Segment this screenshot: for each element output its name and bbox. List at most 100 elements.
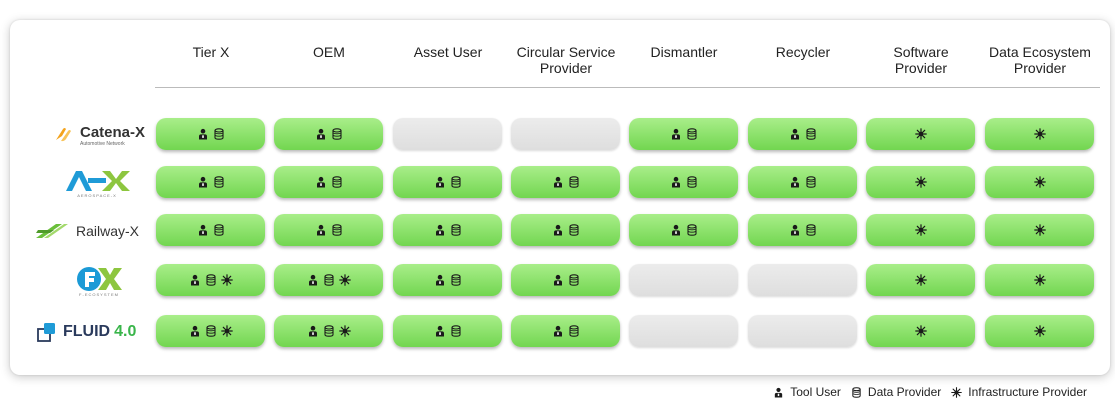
data-provider-icon xyxy=(331,128,343,140)
role-cell-fluid-asset-user xyxy=(393,315,502,347)
data-provider-icon xyxy=(323,274,335,286)
role-cell-aerospace-x-dismantler xyxy=(629,166,738,198)
data-provider-icon xyxy=(205,274,217,286)
column-header-dismantler: Dismantler xyxy=(650,44,718,60)
tool-user-icon xyxy=(670,176,682,188)
role-cell-fluid-tier-x xyxy=(156,315,265,347)
infrastructure-provider-icon xyxy=(914,128,927,140)
tool-user-icon xyxy=(189,325,201,337)
role-cell-railway-x-dismantler xyxy=(629,214,738,246)
role-cell-railway-x-circular-service-provider xyxy=(511,214,620,246)
fx-subtitle: F-ECOSYSTEM xyxy=(79,291,119,297)
role-cell-fx-software-provider xyxy=(866,264,975,296)
tool-user-icon xyxy=(552,325,564,337)
tool-user-icon xyxy=(773,387,784,398)
fx-logo-icon: FX xyxy=(77,266,122,291)
tool-user-icon xyxy=(670,224,682,236)
data-provider-icon xyxy=(323,325,335,337)
logo-catena-x: Catena-X Automotive Network xyxy=(24,118,149,152)
tool-user-icon xyxy=(434,325,446,337)
role-cell-fx-asset-user xyxy=(393,264,502,296)
tool-user-icon xyxy=(552,176,564,188)
role-cell-catena-x-oem xyxy=(274,118,383,150)
catena-x-logo-icon xyxy=(56,128,71,142)
matrix-row-catena-x: Catena-X Automotive Network xyxy=(10,118,1110,152)
data-provider-icon xyxy=(331,176,343,188)
role-cell-fx-recycler xyxy=(748,264,857,296)
legend-item-data: Data Provider xyxy=(851,385,941,399)
role-cell-fx-tier-x xyxy=(156,264,265,296)
matrix-card: Tier X OEM Asset User Circular Service Provi… xyxy=(10,20,1110,375)
data-provider-icon xyxy=(568,325,580,337)
role-cell-fx-data-ecosystem-provider xyxy=(985,264,1094,296)
tool-user-icon xyxy=(315,224,327,236)
infrastructure-provider-icon xyxy=(914,325,927,337)
infrastructure-provider-icon xyxy=(914,224,927,236)
data-provider-icon xyxy=(686,224,698,236)
role-cell-fx-oem xyxy=(274,264,383,296)
tool-user-icon xyxy=(197,176,209,188)
role-cell-aerospace-x-circular-service-provider xyxy=(511,166,620,198)
aerospace-x-subtitle: AEROSPACE-X xyxy=(77,192,117,198)
tool-user-icon xyxy=(315,128,327,140)
role-cell-fluid-recycler xyxy=(748,315,857,347)
column-header-tier-x: Tier X xyxy=(192,44,230,60)
data-provider-icon xyxy=(686,128,698,140)
role-cell-aerospace-x-data-ecosystem-provider xyxy=(985,166,1094,198)
data-provider-icon xyxy=(805,176,817,188)
column-header-circular-service-provider: Circular Service Provider xyxy=(516,44,616,76)
role-cell-catena-x-recycler xyxy=(748,118,857,150)
role-cell-fluid-data-ecosystem-provider xyxy=(985,315,1094,347)
catena-x-subtitle: Automotive Network xyxy=(80,140,125,147)
legend-label: Infrastructure Provider xyxy=(968,385,1087,399)
tool-user-icon xyxy=(789,128,801,140)
legend: Tool User Data Provider Infrastructure Pro… xyxy=(773,385,1087,399)
data-provider-icon xyxy=(213,128,225,140)
tool-user-icon xyxy=(197,224,209,236)
role-cell-catena-x-tier-x xyxy=(156,118,265,150)
infrastructure-provider-icon xyxy=(1033,274,1046,286)
tool-user-icon xyxy=(670,128,682,140)
railway-x-logo-icon xyxy=(36,224,68,238)
tool-user-icon xyxy=(789,176,801,188)
tool-user-icon xyxy=(307,274,319,286)
infrastructure-provider-icon xyxy=(338,325,351,337)
fluid-logo-icon xyxy=(37,323,55,342)
tool-user-icon xyxy=(307,325,319,337)
role-cell-catena-x-software-provider xyxy=(866,118,975,150)
role-cell-railway-x-tier-x xyxy=(156,214,265,246)
tool-user-icon xyxy=(189,274,201,286)
tool-user-icon xyxy=(789,224,801,236)
role-cell-railway-x-recycler xyxy=(748,214,857,246)
data-provider-icon xyxy=(805,224,817,236)
data-provider-icon xyxy=(213,224,225,236)
infrastructure-provider-icon xyxy=(338,274,351,286)
legend-item-infra: Infrastructure Provider xyxy=(951,385,1087,399)
role-cell-railway-x-asset-user xyxy=(393,214,502,246)
role-cell-railway-x-oem xyxy=(274,214,383,246)
role-cell-aerospace-x-recycler xyxy=(748,166,857,198)
role-cell-catena-x-data-ecosystem-provider xyxy=(985,118,1094,150)
data-provider-icon xyxy=(450,176,462,188)
fluid-version: 4.0 xyxy=(114,323,137,340)
role-cell-fx-dismantler xyxy=(629,264,738,296)
infrastructure-provider-icon xyxy=(220,274,233,286)
infrastructure-provider-icon xyxy=(220,325,233,337)
matrix-row-fx: FXF-ECOSYSTEM xyxy=(10,264,1110,298)
data-provider-icon xyxy=(450,274,462,286)
logo-fx: FXF-ECOSYSTEM xyxy=(24,264,149,298)
infrastructure-provider-icon xyxy=(1033,224,1046,236)
tool-user-icon xyxy=(552,224,564,236)
railway-x-name: Railway-X xyxy=(76,223,140,239)
header-divider xyxy=(155,87,1100,88)
data-provider-icon xyxy=(213,176,225,188)
matrix-row-railway-x: Railway-X xyxy=(10,214,1110,248)
logo-fluid: FLUID 4.0 xyxy=(24,315,149,349)
infrastructure-provider-icon xyxy=(1033,325,1046,337)
data-provider-icon xyxy=(568,224,580,236)
column-header-asset-user: Asset User xyxy=(413,44,483,60)
matrix-row-fluid: FLUID 4.0 xyxy=(10,315,1110,349)
role-cell-railway-x-data-ecosystem-provider xyxy=(985,214,1094,246)
data-provider-icon xyxy=(568,176,580,188)
infrastructure-provider-icon xyxy=(951,386,963,398)
